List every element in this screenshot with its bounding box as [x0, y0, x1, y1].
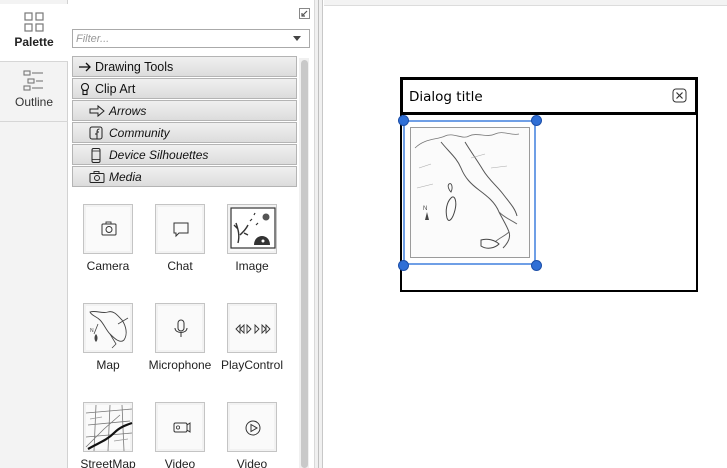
facebook-icon: [89, 126, 103, 140]
subsection-community[interactable]: Community: [72, 122, 297, 143]
play-circle-icon: [245, 420, 261, 436]
dialog-title: Dialog title: [409, 89, 483, 105]
palette-tile-video-player[interactable]: Video: [214, 402, 290, 468]
camera-icon: [89, 171, 105, 183]
filter-dropdown-icon[interactable]: [293, 36, 301, 41]
phone-icon: [91, 148, 101, 163]
palette-panel: Filter... Drawing Tools Clip Art Arrows: [69, 0, 314, 468]
grid-icon: [24, 12, 44, 32]
italy-map-icon: N: [414, 132, 520, 249]
collapse-icon[interactable]: [299, 8, 310, 19]
chat-bubble-icon: [173, 222, 189, 238]
tile-label: Microphone: [148, 358, 212, 372]
tile-label: Image: [235, 259, 269, 273]
section-clip-art[interactable]: Clip Art: [72, 78, 297, 99]
subsection-label: Community: [109, 126, 170, 140]
tile-label: Map: [96, 358, 120, 372]
tile-label: PlayControl: [220, 358, 284, 372]
tile-label: Video: [236, 457, 268, 468]
tile-label: Camera: [86, 259, 130, 273]
tile-preview: [227, 402, 277, 452]
palette-tile-streetmap[interactable]: StreetMap: [70, 402, 146, 468]
tile-preview: [227, 204, 277, 254]
tab-outline-label: Outline: [14, 95, 54, 109]
tab-palette-label: Palette: [14, 35, 54, 49]
app-window: Palette Outline Filter... Drawing Tools …: [0, 0, 727, 468]
tile-label: Video: [164, 457, 196, 468]
filter-input[interactable]: Filter...: [72, 29, 310, 48]
subsection-arrows[interactable]: Arrows: [72, 100, 297, 121]
tab-palette[interactable]: Palette: [0, 4, 68, 62]
map-icon: N: [89, 310, 129, 349]
canvas-top-edge: [324, 0, 727, 6]
arrow-right-icon: [79, 62, 91, 72]
svg-text:N: N: [90, 328, 94, 334]
palette-tile-microphone[interactable]: Microphone: [142, 303, 218, 372]
section-label: Drawing Tools: [95, 60, 174, 74]
palette-tile-chat[interactable]: Chat: [142, 204, 218, 273]
image-icon: [230, 207, 276, 249]
outline-list-icon: [23, 70, 43, 91]
palette-tile-camera[interactable]: Camera: [70, 204, 146, 273]
side-tab-rail: Palette Outline: [0, 0, 68, 468]
tile-preview: [83, 402, 133, 452]
video-camera-icon: [173, 422, 191, 433]
resize-handle-top-left[interactable]: [398, 115, 409, 126]
lightbulb-icon: [80, 82, 90, 96]
tile-preview: N: [83, 303, 133, 353]
tab-outline[interactable]: Outline: [0, 64, 68, 122]
section-drawing-tools[interactable]: Drawing Tools: [72, 56, 297, 77]
tile-preview: [155, 303, 205, 353]
microphone-icon: [174, 319, 188, 337]
subsection-label: Media: [109, 170, 142, 184]
tile-label: Chat: [167, 259, 193, 273]
tile-preview: [83, 204, 133, 254]
palette-tile-image[interactable]: Image: [214, 204, 290, 273]
subsection-label: Arrows: [109, 104, 147, 118]
svg-text:N: N: [423, 206, 427, 212]
subsection-media[interactable]: Media: [72, 166, 297, 187]
palette-scrollbar-thumb[interactable]: [301, 60, 308, 468]
camera-icon: [101, 221, 117, 236]
section-label: Clip Art: [95, 82, 136, 96]
tile-preview: [227, 303, 277, 353]
resize-handle-top-right[interactable]: [531, 115, 542, 126]
palette-tile-map[interactable]: N Map: [70, 303, 146, 372]
close-icon[interactable]: [672, 88, 687, 103]
outline-arrow-icon: [89, 104, 105, 118]
street-map-icon: [85, 404, 133, 452]
tile-label: StreetMap: [80, 457, 136, 468]
subsection-device-silhouettes[interactable]: Device Silhouettes: [72, 144, 297, 165]
splitter-line: [318, 0, 319, 468]
subsection-label: Device Silhouettes: [109, 148, 209, 162]
palette-tile-video-camera[interactable]: Video: [142, 402, 218, 468]
tile-preview: [155, 204, 205, 254]
play-control-icon: [235, 323, 271, 335]
resize-handle-bottom-right[interactable]: [531, 260, 542, 271]
palette-tile-playcontrol[interactable]: PlayControl: [214, 303, 290, 372]
resize-handle-bottom-left[interactable]: [398, 260, 409, 271]
map-image[interactable]: N: [410, 127, 530, 258]
tile-preview: [155, 402, 205, 452]
